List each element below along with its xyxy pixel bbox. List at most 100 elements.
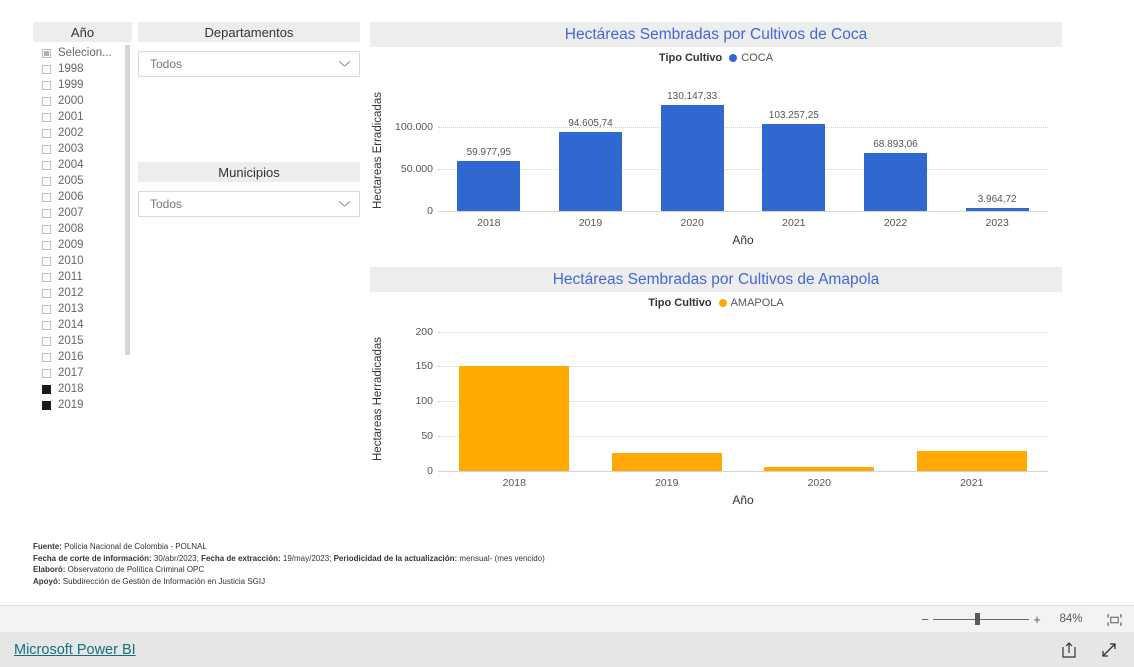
slicer-year-item[interactable]: 2011 — [33, 269, 132, 285]
slicer-year-item[interactable]: 2013 — [33, 301, 132, 317]
checkbox-unchecked[interactable] — [42, 96, 51, 106]
checkbox-unchecked[interactable] — [42, 240, 51, 250]
gridline — [438, 169, 1048, 171]
powerbi-footer-bar[interactable]: Microsoft Power BI — [0, 632, 1134, 667]
bar[interactable] — [457, 160, 521, 211]
slicer-year[interactable]: Año Selecion... 1998 1999 2000 2001 2002 2003 2… — [33, 22, 132, 412]
checkbox-unchecked[interactable] — [42, 352, 51, 362]
checkbox-unchecked[interactable] — [42, 288, 51, 298]
x-axis-title: Año — [732, 493, 754, 507]
slicer-year-item[interactable]: 2017 — [33, 365, 132, 381]
chart-amapola[interactable]: Hectáreas Sembradas por Cultivos de Amap… — [370, 267, 1062, 527]
slicer-year-item[interactable]: Selecion... — [33, 45, 132, 61]
bar[interactable] — [611, 452, 722, 471]
slicer-year-item[interactable]: 2014 — [33, 317, 132, 333]
checkbox-unchecked[interactable] — [42, 128, 51, 138]
slicer-year-item[interactable]: 2008 — [33, 221, 132, 237]
scrollbar-thumb[interactable] — [125, 45, 130, 355]
bar[interactable] — [558, 131, 622, 211]
bar[interactable] — [916, 451, 1027, 471]
checkbox-unchecked[interactable] — [42, 336, 51, 346]
zoom-slider[interactable] — [933, 613, 1029, 625]
checkbox-unchecked[interactable] — [42, 208, 51, 218]
slicer-year-item[interactable]: 2000 — [33, 93, 132, 109]
fit-to-page-icon[interactable] — [1107, 613, 1122, 626]
bar-column[interactable]: 3.964,72 — [965, 91, 1029, 211]
zoom-toolbar[interactable]: − + 84% — [0, 605, 1134, 632]
slicer-year-item[interactable]: 2012 — [33, 285, 132, 301]
checkbox-unchecked[interactable] — [42, 224, 51, 234]
bar[interactable] — [764, 466, 875, 471]
x-axis-tick-label: 2019 — [578, 217, 603, 229]
chart-coca-plot: Hectareas Erradicadas 0 50.000 100.000 59.97… — [370, 69, 1062, 251]
slicer-year-list[interactable]: Selecion... 1998 1999 2000 2001 2002 2003 2004 2… — [33, 42, 132, 410]
footnote-apoyo: Apoyó: Subdirección de Gestión de Inform… — [33, 576, 545, 588]
zoom-slider-thumb[interactable] — [975, 613, 981, 625]
checkbox-unchecked[interactable] — [42, 368, 51, 378]
slicer-year-item[interactable]: 2006 — [33, 189, 132, 205]
slicer-year-item[interactable]: 2001 — [33, 109, 132, 125]
legend-entry: COCA — [741, 52, 774, 64]
slicer-year-item-label: 1998 — [58, 63, 84, 75]
slicer-year-item[interactable]: 2007 — [33, 205, 132, 221]
slicer-departamentos-dropdown[interactable]: Todos — [138, 51, 360, 77]
bar[interactable] — [762, 124, 826, 211]
checkbox-checked[interactable] — [42, 400, 51, 410]
slicer-year-item[interactable]: 2019 — [33, 397, 132, 410]
checkbox-indeterminate[interactable] — [42, 48, 51, 58]
checkbox-unchecked[interactable] — [42, 256, 51, 266]
powerbi-brand-link[interactable]: Microsoft Power BI — [14, 642, 136, 658]
slicer-year-item-label: 2019 — [58, 399, 84, 410]
slicer-year-item[interactable]: 2010 — [33, 253, 132, 269]
x-axis-title: Año — [732, 233, 754, 247]
bar-column[interactable] — [916, 326, 1027, 471]
bar-column[interactable]: 103.257,25 — [762, 91, 826, 211]
bar[interactable] — [459, 365, 570, 471]
checkbox-unchecked[interactable] — [42, 176, 51, 186]
slicer-municipios-dropdown[interactable]: Todos — [138, 191, 360, 217]
slicer-year-item[interactable]: 2003 — [33, 141, 132, 157]
checkbox-unchecked[interactable] — [42, 320, 51, 330]
bar-column[interactable] — [459, 326, 570, 471]
bar-column[interactable]: 130.147,33 — [660, 91, 724, 211]
bar[interactable] — [863, 153, 927, 211]
zoom-out-button[interactable]: − — [917, 612, 933, 627]
slicer-year-item-label: 2010 — [58, 255, 84, 267]
checkbox-unchecked[interactable] — [42, 192, 51, 202]
bar-column[interactable] — [611, 326, 722, 471]
slicer-year-item[interactable]: 2016 — [33, 349, 132, 365]
checkbox-unchecked[interactable] — [42, 272, 51, 282]
footnote-elaboro: Elaboró: Observatorio de Política Crimin… — [33, 564, 545, 576]
slicer-year-scrollbar[interactable] — [125, 45, 130, 397]
checkbox-unchecked[interactable] — [42, 304, 51, 314]
slicer-year-item[interactable]: 2009 — [33, 237, 132, 253]
bar[interactable] — [660, 105, 724, 211]
share-icon[interactable] — [1060, 641, 1078, 659]
bar-column[interactable]: 68.893,06 — [863, 91, 927, 211]
slicer-year-item[interactable]: 2018 — [33, 381, 132, 397]
slicer-year-item[interactable]: 2004 — [33, 157, 132, 173]
slicer-departamentos[interactable]: Departamentos Todos — [138, 22, 360, 77]
bar-column[interactable]: 94.605,74 — [558, 91, 622, 211]
slicer-year-item[interactable]: 1998 — [33, 61, 132, 77]
bar-column[interactable]: 59.977,95 — [457, 91, 521, 211]
chart-coca-legend: Tipo Cultivo COCA — [370, 47, 1062, 69]
slicer-year-item-label: 1999 — [58, 79, 84, 91]
checkbox-unchecked[interactable] — [42, 112, 51, 122]
slicer-year-item[interactable]: 2005 — [33, 173, 132, 189]
zoom-in-button[interactable]: + — [1029, 612, 1045, 627]
bar[interactable] — [965, 207, 1029, 211]
chart-coca[interactable]: Hectáreas Sembradas por Cultivos de Coca… — [370, 22, 1062, 257]
bar-column[interactable] — [764, 326, 875, 471]
slicer-year-item[interactable]: 1999 — [33, 77, 132, 93]
slicer-year-item[interactable]: 2002 — [33, 125, 132, 141]
fullscreen-icon[interactable] — [1100, 641, 1118, 659]
checkbox-unchecked[interactable] — [42, 144, 51, 154]
checkbox-unchecked[interactable] — [42, 160, 51, 170]
checkbox-unchecked[interactable] — [42, 80, 51, 90]
powerbi-actions[interactable] — [1060, 641, 1118, 659]
checkbox-checked[interactable] — [42, 384, 51, 394]
slicer-municipios[interactable]: Municipios Todos — [138, 162, 360, 217]
slicer-year-item[interactable]: 2015 — [33, 333, 132, 349]
checkbox-unchecked[interactable] — [42, 64, 51, 74]
